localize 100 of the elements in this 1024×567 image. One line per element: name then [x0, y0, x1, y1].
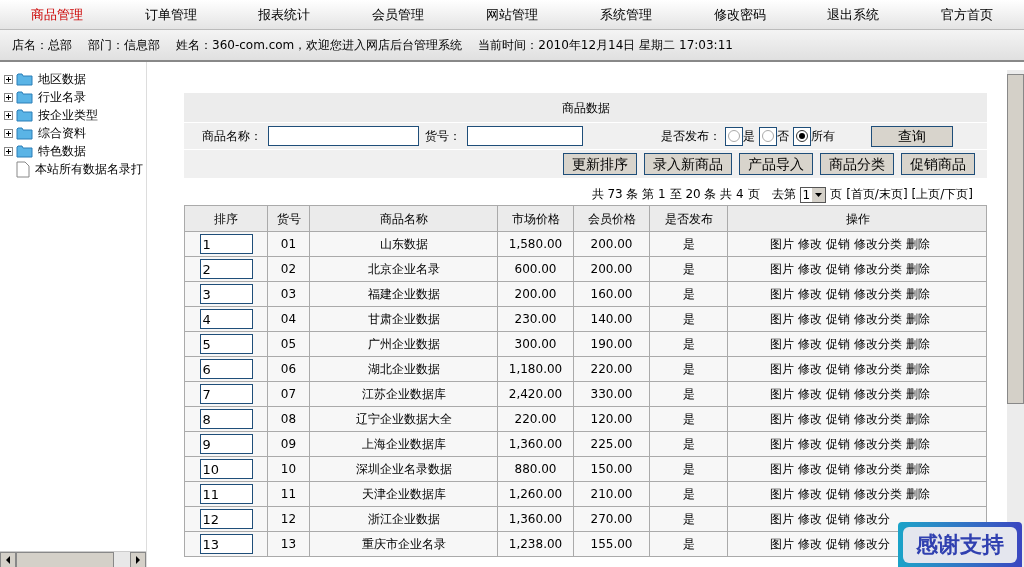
- row-action-link[interactable]: 修改: [798, 435, 822, 453]
- order-field[interactable]: 7: [199, 384, 253, 404]
- row-action-link[interactable]: 图片: [770, 260, 794, 278]
- row-action-link[interactable]: 删除: [906, 485, 930, 503]
- order-field[interactable]: 2: [199, 259, 253, 279]
- row-action-link[interactable]: 删除: [906, 235, 930, 253]
- row-action-link[interactable]: 图片: [770, 335, 794, 353]
- row-action-link[interactable]: 促销: [826, 535, 850, 553]
- row-action-link[interactable]: 修改分: [854, 535, 890, 553]
- row-action-link[interactable]: 图片: [770, 285, 794, 303]
- row-action-link[interactable]: 促销: [826, 235, 850, 253]
- row-action-link[interactable]: 图片: [770, 435, 794, 453]
- action-button[interactable]: 商品分类: [820, 153, 894, 175]
- scroll-right-icon[interactable]: [130, 552, 146, 567]
- radio-button[interactable]: [762, 130, 774, 142]
- row-action-link[interactable]: 删除: [906, 460, 930, 478]
- nav-tab[interactable]: 会员管理: [341, 4, 456, 25]
- row-action-link[interactable]: 修改分类: [854, 460, 902, 478]
- row-action-link[interactable]: 修改: [798, 310, 822, 328]
- tree-item[interactable]: 本站所有数据名录打: [35, 160, 143, 178]
- scroll-thumb[interactable]: [1007, 74, 1024, 404]
- row-action-link[interactable]: 促销: [826, 310, 850, 328]
- row-action-link[interactable]: 图片: [770, 410, 794, 428]
- row-action-link[interactable]: 修改: [798, 485, 822, 503]
- tree-item[interactable]: 地区数据: [38, 70, 86, 88]
- row-action-link[interactable]: 促销: [826, 385, 850, 403]
- row-action-link[interactable]: 修改: [798, 260, 822, 278]
- order-field[interactable]: 10: [199, 459, 253, 479]
- order-field[interactable]: 13: [199, 534, 253, 554]
- tree-item[interactable]: 行业名录: [38, 88, 86, 106]
- nav-tab[interactable]: 商品管理: [0, 4, 114, 25]
- row-action-link[interactable]: 促销: [826, 285, 850, 303]
- row-action-link[interactable]: 图片: [770, 535, 794, 553]
- row-action-link[interactable]: 图片: [770, 360, 794, 378]
- scroll-thumb[interactable]: [16, 552, 114, 567]
- action-button[interactable]: 促销商品: [901, 153, 975, 175]
- nav-tab[interactable]: 订单管理: [113, 4, 228, 25]
- row-action-link[interactable]: 删除: [906, 285, 930, 303]
- order-field[interactable]: 5: [199, 334, 253, 354]
- row-action-link[interactable]: 修改分类: [854, 485, 902, 503]
- nav-tab[interactable]: 报表统计: [227, 4, 342, 25]
- order-field[interactable]: 1: [199, 234, 253, 254]
- tree-item[interactable]: 按企业类型: [38, 106, 98, 124]
- row-action-link[interactable]: 修改: [798, 510, 822, 528]
- expand-icon[interactable]: [4, 110, 13, 120]
- action-button[interactable]: 录入新商品: [644, 153, 732, 175]
- nav-tab[interactable]: 网站管理: [455, 4, 569, 25]
- row-action-link[interactable]: 图片: [770, 510, 794, 528]
- nav-tab[interactable]: 退出系统: [796, 4, 911, 25]
- row-action-link[interactable]: 删除: [906, 260, 930, 278]
- row-action-link[interactable]: 促销: [826, 335, 850, 353]
- row-action-link[interactable]: 修改分类: [854, 285, 902, 303]
- row-action-link[interactable]: 促销: [826, 510, 850, 528]
- expand-icon[interactable]: [4, 74, 13, 84]
- row-action-link[interactable]: 修改分类: [854, 435, 902, 453]
- row-action-link[interactable]: 促销: [826, 485, 850, 503]
- row-action-link[interactable]: 删除: [906, 310, 930, 328]
- order-field[interactable]: 4: [199, 309, 253, 329]
- row-action-link[interactable]: 修改: [798, 410, 822, 428]
- row-action-link[interactable]: 促销: [826, 260, 850, 278]
- order-field[interactable]: 12: [199, 509, 253, 529]
- row-action-link[interactable]: 删除: [906, 335, 930, 353]
- row-action-link[interactable]: 修改分类: [854, 235, 902, 253]
- action-button[interactable]: 更新排序: [563, 153, 637, 175]
- order-field[interactable]: 8: [199, 409, 253, 429]
- row-action-link[interactable]: 修改分: [854, 510, 890, 528]
- row-action-link[interactable]: 促销: [826, 360, 850, 378]
- order-field[interactable]: 6: [199, 359, 253, 379]
- row-action-link[interactable]: 图片: [770, 235, 794, 253]
- expand-icon[interactable]: [4, 92, 13, 102]
- row-action-link[interactable]: 修改: [798, 285, 822, 303]
- expand-icon[interactable]: [4, 146, 13, 156]
- scroll-left-icon[interactable]: [0, 552, 16, 567]
- nav-tab[interactable]: 官方首页: [910, 4, 1024, 25]
- order-field[interactable]: 9: [199, 434, 253, 454]
- row-action-link[interactable]: 修改分类: [854, 360, 902, 378]
- row-action-link[interactable]: 删除: [906, 410, 930, 428]
- tree-item[interactable]: 特色数据: [38, 142, 86, 160]
- row-action-link[interactable]: 删除: [906, 385, 930, 403]
- row-action-link[interactable]: 图片: [770, 310, 794, 328]
- support-badge[interactable]: 感谢支持: [898, 522, 1022, 567]
- expand-icon[interactable]: [4, 128, 13, 138]
- page-select[interactable]: 1: [799, 187, 827, 203]
- code-field[interactable]: [467, 126, 583, 146]
- row-action-link[interactable]: 修改: [798, 235, 822, 253]
- radio-button[interactable]: [728, 130, 740, 142]
- row-action-link[interactable]: 图片: [770, 485, 794, 503]
- row-action-link[interactable]: 图片: [770, 385, 794, 403]
- row-action-link[interactable]: 修改分类: [854, 260, 902, 278]
- name-field[interactable]: [268, 126, 419, 146]
- pagination-link[interactable]: [首页/末页]: [846, 185, 908, 203]
- tree-item[interactable]: 综合资料: [38, 124, 86, 142]
- row-action-link[interactable]: 促销: [826, 410, 850, 428]
- row-action-link[interactable]: 删除: [906, 435, 930, 453]
- row-action-link[interactable]: 图片: [770, 460, 794, 478]
- query-button[interactable]: 查询: [871, 125, 953, 147]
- vertical-scrollbar[interactable]: [1007, 70, 1024, 567]
- row-action-link[interactable]: 修改分类: [854, 410, 902, 428]
- row-action-link[interactable]: 修改: [798, 385, 822, 403]
- nav-tab[interactable]: 修改密码: [682, 4, 797, 25]
